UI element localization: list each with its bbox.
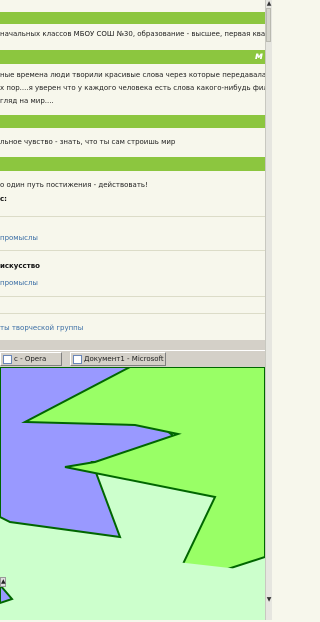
quote-line-3: гляд на мир.... <box>0 97 54 105</box>
drawing-canvas: ▲ <box>0 366 266 620</box>
shapes-drawing <box>0 366 266 620</box>
scroll-down-icon[interactable]: ▼ <box>266 596 272 604</box>
link-crafts-2[interactable]: промыслы <box>0 279 38 287</box>
quote-text-3: о один путь постижения - действовать! <box>0 181 148 189</box>
list-caption: с: <box>0 195 7 203</box>
document-icon <box>73 354 82 364</box>
divider <box>0 216 265 217</box>
link-crafts-1[interactable]: промыслы <box>0 234 38 242</box>
taskbar-word-label: Документ1 - Microsoft ... <box>84 355 166 363</box>
browser-content: начальных классов МБОУ СОШ №30, образова… <box>0 0 265 340</box>
header-bar <box>0 12 265 24</box>
taskbar-button-opera[interactable]: с - Opera <box>0 352 62 366</box>
section-bar-2 <box>0 115 265 128</box>
divider <box>0 250 265 251</box>
logo-letter: м <box>254 51 263 62</box>
taskbar-opera-label: с - Opera <box>14 355 47 363</box>
taskbar-button-word[interactable]: Документ1 - Microsoft ... <box>70 352 166 366</box>
quote-text-2: льное чувство - знать, что ты сам строиш… <box>0 138 176 146</box>
section-bar <box>0 50 265 64</box>
scroll-up-icon[interactable]: ▲ <box>266 0 272 8</box>
section-bar-3 <box>0 157 265 171</box>
window-gap <box>0 340 265 350</box>
link-creative-group[interactable]: ты творческой группы <box>0 324 83 332</box>
quote-line-1: ные времена люди творили красивые слова … <box>0 71 265 79</box>
taskbar: с - Opera Документ1 - Microsoft ... <box>0 350 265 367</box>
window-icon <box>3 354 12 364</box>
vertical-scrollbar[interactable]: ▲ ▼ <box>265 0 272 620</box>
heading-art: искусство <box>0 262 40 270</box>
teacher-info-text: начальных классов МБОУ СОШ №30, образова… <box>0 30 265 38</box>
divider <box>0 296 265 297</box>
divider <box>0 313 265 314</box>
scroll-up-icon[interactable]: ▲ <box>0 577 6 587</box>
quote-line-2: х пор....я уверен что у каждого человека… <box>0 84 265 92</box>
scroll-thumb[interactable] <box>266 8 271 42</box>
